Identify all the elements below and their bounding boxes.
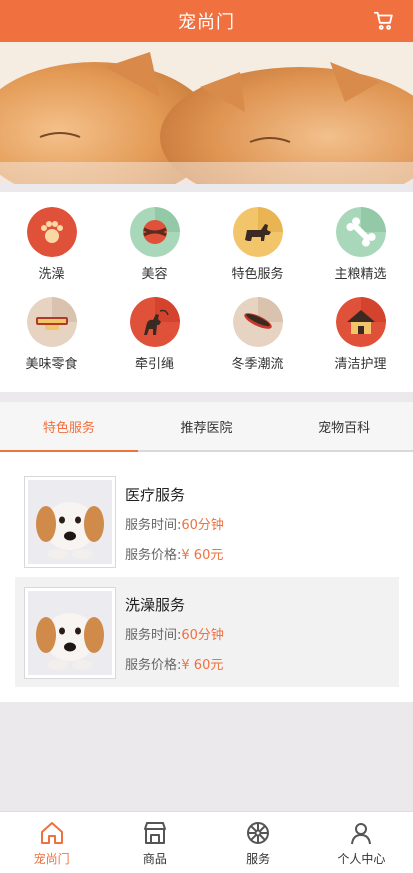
tabbar-services[interactable]: 服务 <box>207 812 310 873</box>
house-icon <box>335 297 386 347</box>
service-time: 服务时间:60分钟 <box>125 514 224 533</box>
service-time-value: 60分钟 <box>181 628 224 643</box>
service-price: 服务价格:¥ 60元 <box>125 654 223 673</box>
category-cleaning[interactable]: 清洁护理 <box>309 297 412 372</box>
service-title: 洗澡服务 <box>125 596 186 614</box>
service-time: 服务时间:60分钟 <box>125 624 224 643</box>
home-icon <box>40 822 63 844</box>
tabbar-label: 商品 <box>142 852 167 866</box>
category-label: 美味零食 <box>25 357 78 372</box>
category-label: 清洁护理 <box>334 357 387 372</box>
treat-icon <box>26 297 77 347</box>
category-food[interactable]: 主粮精选 <box>309 207 412 282</box>
section-tabs: 特色服务 推荐医院 宠物百科 <box>0 402 413 452</box>
category-grid: 洗澡 美容 特色服务 主粮精选 美味零食 牵引绳 冬季潮流 清洁护理 <box>0 192 413 392</box>
category-bath[interactable]: 洗澡 <box>0 207 103 282</box>
category-special[interactable]: 特色服务 <box>206 207 309 282</box>
tabbar-label: 服务 <box>246 852 271 866</box>
tabbar-label: 个人中心 <box>337 852 386 866</box>
category-snacks[interactable]: 美味零食 <box>0 297 103 372</box>
service-price-value: ¥ 60元 <box>181 658 224 673</box>
tab-recommended-hospitals[interactable]: 推荐医院 <box>138 402 276 450</box>
puppy-photo <box>28 591 112 675</box>
kittens-photo <box>0 42 413 184</box>
puppy-thumbnail <box>24 476 116 568</box>
category-label: 牵引绳 <box>134 357 174 372</box>
service-time-label: 服务时间: <box>125 518 182 533</box>
list-item[interactable]: 洗澡服务 服务时间:60分钟 服务价格:¥ 60元 <box>15 577 399 687</box>
category-label: 主粮精选 <box>334 267 387 282</box>
user-icon <box>351 823 372 845</box>
puppy-photo <box>28 480 112 564</box>
hat-icon <box>232 297 283 347</box>
app-header: 宠尚门 <box>0 0 413 42</box>
service-price-label: 服务价格: <box>125 658 182 673</box>
service-time-value: 60分钟 <box>181 518 224 533</box>
tab-pet-encyclopedia[interactable]: 宠物百科 <box>275 402 413 450</box>
paw-icon <box>26 207 77 257</box>
category-grooming[interactable]: 美容 <box>103 207 206 282</box>
tabbar-label: 宠尚门 <box>33 852 70 866</box>
service-time-label: 服务时间: <box>125 628 182 643</box>
wheel-icon <box>247 822 270 844</box>
tabbar-home[interactable]: 宠尚门 <box>0 812 103 873</box>
tabbar-products[interactable]: 商品 <box>103 812 206 873</box>
service-price-value: ¥ 60元 <box>181 548 224 563</box>
shop-icon <box>143 822 166 844</box>
page-title: 宠尚门 <box>178 12 235 33</box>
category-leash[interactable]: 牵引绳 <box>103 297 206 372</box>
bottom-tab-bar: 宠尚门 商品 服务 个人中心 <box>0 811 413 873</box>
service-price: 服务价格:¥ 60元 <box>125 544 223 563</box>
cart-icon[interactable] <box>373 10 395 32</box>
category-label: 冬季潮流 <box>231 357 284 372</box>
banner-image[interactable] <box>0 42 413 184</box>
service-title: 医疗服务 <box>125 486 186 504</box>
category-label: 特色服务 <box>231 267 284 282</box>
category-label: 美容 <box>141 267 168 282</box>
list-item[interactable]: 医疗服务 服务时间:60分钟 服务价格:¥ 60元 <box>15 476 399 586</box>
tabbar-profile[interactable]: 个人中心 <box>310 812 413 873</box>
ball-icon <box>129 207 180 257</box>
bone-icon <box>335 207 386 257</box>
service-price-label: 服务价格: <box>125 548 182 563</box>
category-label: 洗澡 <box>38 267 65 282</box>
category-winter[interactable]: 冬季潮流 <box>206 297 309 372</box>
service-list: 医疗服务 服务时间:60分钟 服务价格:¥ 60元 洗澡服务 服务时间:60分钟… <box>0 452 413 702</box>
leash-icon <box>129 297 180 347</box>
dog-icon <box>232 207 283 257</box>
tab-special-services[interactable]: 特色服务 <box>0 402 138 452</box>
puppy-thumbnail <box>24 587 116 679</box>
